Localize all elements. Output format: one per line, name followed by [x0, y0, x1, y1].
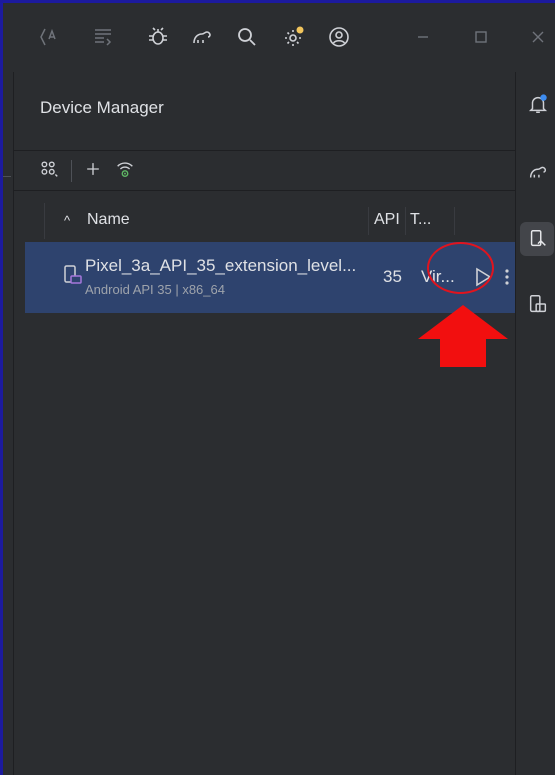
annotation-arrow-icon: [418, 305, 508, 367]
account-icon[interactable]: [325, 23, 353, 51]
device-toolbar: [14, 150, 518, 190]
column-header-type[interactable]: T...: [410, 211, 431, 229]
divider: [3, 176, 11, 177]
device-api: 35: [383, 267, 402, 286]
panel-title: Device Manager: [40, 98, 164, 117]
column-header-name[interactable]: Name: [87, 211, 130, 229]
running-devices-icon[interactable]: [524, 290, 552, 318]
device-manager-panel: Device Manager ^ Name API T... Pixel_3a_…: [14, 72, 518, 775]
search-icon[interactable]: [233, 23, 261, 51]
title-bar: [3, 3, 555, 72]
more-actions-icon[interactable]: [500, 263, 514, 291]
add-icon[interactable]: [80, 156, 106, 182]
notifications-icon[interactable]: [524, 90, 552, 118]
device-name: Pixel_3a_API_35_extension_level...: [85, 256, 357, 275]
annotation-circle: [427, 242, 494, 294]
column-separator: [454, 207, 455, 235]
translate-icon[interactable]: [35, 23, 63, 51]
toolbar-separator: [71, 160, 72, 182]
gradle-icon[interactable]: [188, 23, 216, 51]
gradle-icon[interactable]: [524, 158, 552, 186]
format-icon[interactable]: [89, 23, 117, 51]
right-tool-strip: [515, 72, 555, 775]
ide-window: Device Manager ^ Name API T... Pixel_3a_…: [3, 3, 555, 775]
close-icon[interactable]: [524, 23, 552, 51]
settings-update-icon[interactable]: [279, 23, 307, 51]
device-subtitle: Android API 35 | x86_64: [85, 282, 225, 297]
column-separator: [368, 207, 369, 235]
group-icon[interactable]: [36, 156, 62, 182]
table-header: ^ Name API T...: [14, 203, 518, 239]
column-separator: [44, 203, 45, 239]
wifi-pair-icon[interactable]: [112, 156, 138, 182]
bug-icon[interactable]: [144, 23, 172, 51]
device-manager-icon[interactable]: [524, 225, 552, 253]
divider: [14, 190, 518, 191]
sort-ascending-icon[interactable]: ^: [64, 213, 70, 228]
minimize-icon[interactable]: [409, 23, 437, 51]
virtual-device-icon: [63, 264, 83, 286]
column-separator: [405, 207, 406, 235]
left-tool-strip: [3, 72, 14, 775]
maximize-icon[interactable]: [467, 23, 495, 51]
column-header-api[interactable]: API: [374, 211, 400, 229]
